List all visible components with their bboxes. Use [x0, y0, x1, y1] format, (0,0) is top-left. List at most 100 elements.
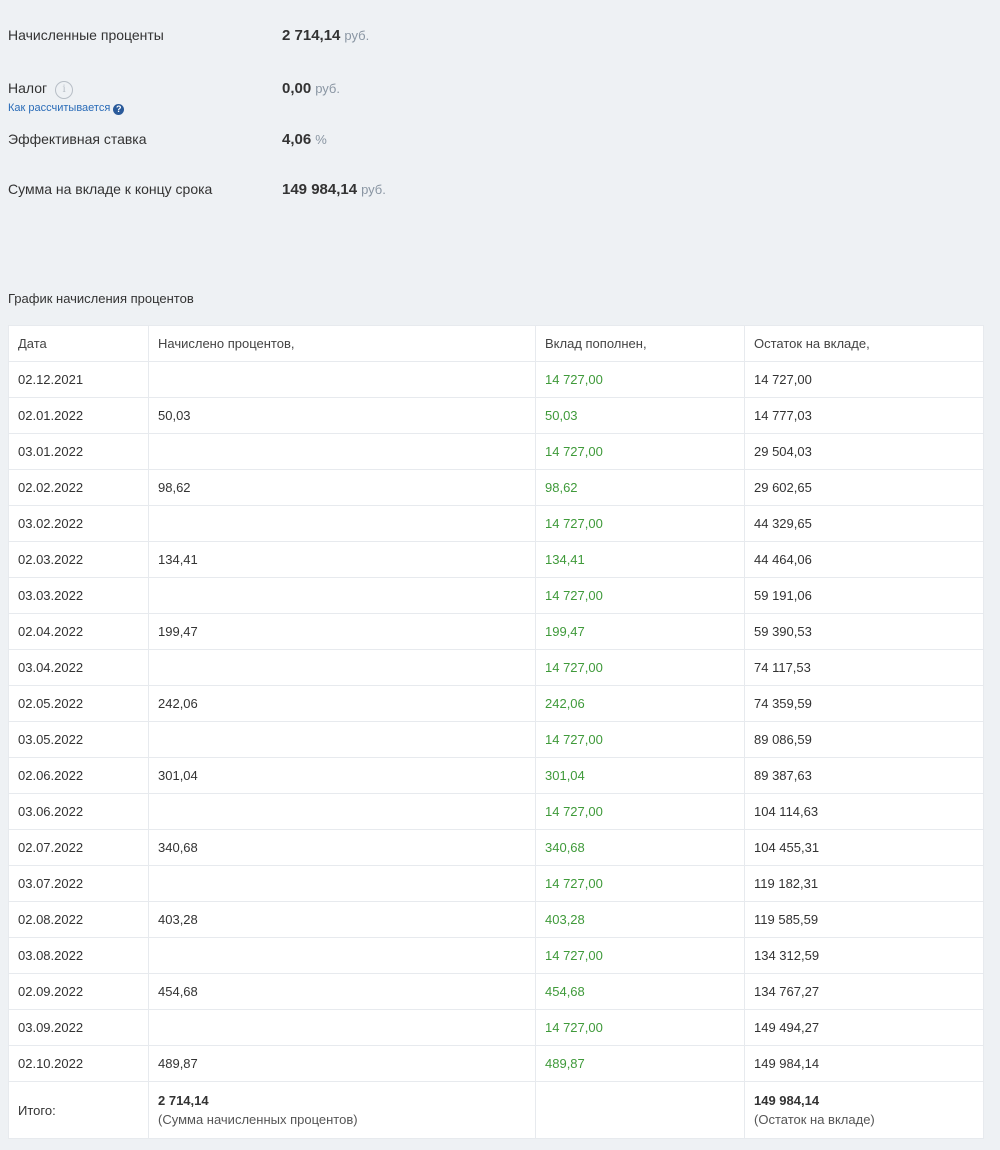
column-header-balance: Остаток на вкладе,	[744, 325, 984, 362]
cell-date: 03.01.2022	[8, 433, 149, 470]
cell-balance: 29 602,65	[744, 469, 984, 506]
cell-balance: 119 585,59	[744, 901, 984, 938]
totals-row: Итого: 2 714,14 (Сумма начисленных проце…	[8, 1081, 984, 1139]
cell-interest: 50,03	[148, 397, 536, 434]
totals-balance: 149 984,14	[754, 1093, 820, 1108]
cell-date: 03.06.2022	[8, 793, 149, 830]
cell-deposit: 242,06	[535, 685, 745, 722]
cell-balance: 119 182,31	[744, 865, 984, 902]
question-icon: ?	[113, 104, 125, 115]
table-row: 02.12.2021 14 727,00 14 727,00	[8, 361, 984, 398]
cell-date: 02.04.2022	[8, 613, 149, 650]
cell-interest: 403,28	[148, 901, 536, 938]
cell-interest	[148, 505, 536, 542]
table-row: 03.03.2022 14 727,00 59 191,06	[8, 577, 984, 614]
schedule-title: График начисления процентов	[8, 291, 194, 306]
cell-deposit: 14 727,00	[535, 649, 745, 686]
cell-interest: 199,47	[148, 613, 536, 650]
cell-deposit: 98,62	[535, 469, 745, 506]
cell-interest	[148, 361, 536, 398]
cell-interest	[148, 1009, 536, 1046]
cell-date: 03.09.2022	[8, 1009, 149, 1046]
table-row: 02.03.2022 134,41 134,41 44 464,06	[8, 541, 984, 578]
column-header-date: Дата	[8, 325, 149, 362]
cell-balance: 149 984,14	[744, 1045, 984, 1082]
cell-deposit: 14 727,00	[535, 505, 745, 542]
totals-interest: 2 714,14	[158, 1093, 209, 1108]
table-row: 03.06.2022 14 727,00 104 114,63	[8, 793, 984, 830]
cell-deposit: 14 727,00	[535, 433, 745, 470]
cell-balance: 74 117,53	[744, 649, 984, 686]
cell-balance: 89 086,59	[744, 721, 984, 758]
tax-label: Налог i	[8, 80, 74, 99]
cell-date: 03.02.2022	[8, 505, 149, 542]
cell-date: 02.02.2022	[8, 469, 149, 506]
cell-deposit: 14 727,00	[535, 793, 745, 830]
cell-interest: 301,04	[148, 757, 536, 794]
cell-date: 02.01.2022	[8, 397, 149, 434]
column-header-interest: Начислено процентов,	[148, 325, 536, 362]
table-row: 02.04.2022 199,47 199,47 59 390,53	[8, 613, 984, 650]
cell-interest	[148, 721, 536, 758]
cell-date: 03.08.2022	[8, 937, 149, 974]
cell-interest	[148, 649, 536, 686]
cell-date: 02.06.2022	[8, 757, 149, 794]
summary-section: Начисленные проценты 2 714,14 руб. Налог i…	[0, 0, 1000, 290]
table-row: 03.02.2022 14 727,00 44 329,65	[8, 505, 984, 542]
info-icon[interactable]: i	[55, 81, 74, 99]
table-row: 03.08.2022 14 727,00 134 312,59	[8, 937, 984, 974]
cell-deposit: 134,41	[535, 541, 745, 578]
cell-deposit: 50,03	[535, 397, 745, 434]
cell-interest	[148, 865, 536, 902]
totals-balance-note: (Остаток на вкладе)	[754, 1112, 875, 1127]
cell-date: 03.04.2022	[8, 649, 149, 686]
table-row: 03.01.2022 14 727,00 29 504,03	[8, 433, 984, 470]
cell-balance: 59 390,53	[744, 613, 984, 650]
totals-label: Итого:	[8, 1081, 149, 1139]
cell-date: 02.03.2022	[8, 541, 149, 578]
schedule-body: 02.12.2021 14 727,00 14 727,00 02.01.2022 50…	[8, 361, 984, 1082]
cell-date: 03.07.2022	[8, 865, 149, 902]
totals-interest-cell: 2 714,14 (Сумма начисленных процентов)	[148, 1081, 536, 1139]
interest-unit: руб.	[344, 28, 370, 43]
cell-balance: 104 455,31	[744, 829, 984, 866]
rate-label: Эффективная ставка	[8, 131, 147, 147]
cell-balance: 134 767,27	[744, 973, 984, 1010]
cell-date: 02.08.2022	[8, 901, 149, 938]
table-row: 02.09.2022 454,68 454,68 134 767,27	[8, 973, 984, 1010]
tax-value: 0,00 руб.	[282, 80, 340, 97]
table-row: 03.07.2022 14 727,00 119 182,31	[8, 865, 984, 902]
cell-deposit: 14 727,00	[535, 937, 745, 974]
cell-date: 02.07.2022	[8, 829, 149, 866]
table-row: 02.02.2022 98,62 98,62 29 602,65	[8, 469, 984, 506]
cell-date: 02.12.2021	[8, 361, 149, 398]
cell-date: 03.03.2022	[8, 577, 149, 614]
cell-deposit: 454,68	[535, 973, 745, 1010]
cell-interest: 340,68	[148, 829, 536, 866]
totals-deposit-cell	[535, 1081, 745, 1139]
rate-value: 4,06%	[282, 131, 327, 148]
totals-balance-cell: 149 984,14 (Остаток на вкладе)	[744, 1081, 984, 1139]
table-row: 02.01.2022 50,03 50,03 14 777,03	[8, 397, 984, 434]
cell-deposit: 301,04	[535, 757, 745, 794]
column-header-deposit: Вклад пополнен,	[535, 325, 745, 362]
cell-deposit: 340,68	[535, 829, 745, 866]
cell-interest	[148, 793, 536, 830]
totals-interest-note: (Сумма начисленных процентов)	[158, 1112, 358, 1127]
how-calculated-link[interactable]: Как рассчитывается?	[8, 102, 125, 115]
cell-balance: 14 727,00	[744, 361, 984, 398]
cell-balance: 89 387,63	[744, 757, 984, 794]
rate-unit: %	[315, 132, 327, 147]
cell-interest	[148, 433, 536, 470]
cell-balance: 149 494,27	[744, 1009, 984, 1046]
cell-deposit: 14 727,00	[535, 577, 745, 614]
cell-interest: 242,06	[148, 685, 536, 722]
cell-balance: 44 329,65	[744, 505, 984, 542]
cell-balance: 14 777,03	[744, 397, 984, 434]
table-row: 02.07.2022 340,68 340,68 104 455,31	[8, 829, 984, 866]
cell-deposit: 199,47	[535, 613, 745, 650]
cell-date: 02.09.2022	[8, 973, 149, 1010]
table-row: 02.08.2022 403,28 403,28 119 585,59	[8, 901, 984, 938]
cell-interest	[148, 937, 536, 974]
total-label: Сумма на вкладе к концу срока	[8, 181, 213, 197]
